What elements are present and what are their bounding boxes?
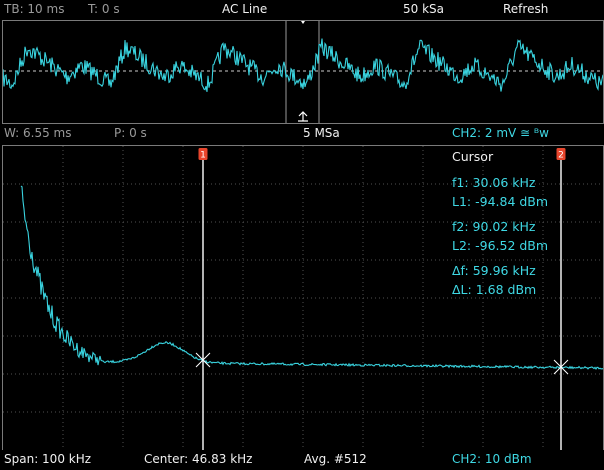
- acquisition-mode-label[interactable]: Refresh: [503, 2, 548, 16]
- cursor-title[interactable]: Cursor: [452, 149, 493, 164]
- trigger-marker-icon: [301, 21, 305, 24]
- zoom-position-label[interactable]: P: 0 s: [114, 126, 147, 140]
- cursor-l2: L2: -96.52 dBm: [452, 238, 549, 253]
- top-status-bar: TB: 10 ms T: 0 s AC Line 50 kSa Refresh: [0, 0, 604, 20]
- cursor-l1: L1: -94.84 dBm: [452, 194, 549, 209]
- time-domain-plot: [3, 21, 603, 123]
- averaging-label[interactable]: Avg. #512: [304, 452, 367, 466]
- sample-rate-label: 50 kSa: [403, 2, 445, 16]
- time-domain-panel[interactable]: [2, 20, 604, 124]
- cursor-f1: f1: 30.06 kHz: [452, 175, 536, 190]
- zoom-status-bar: W: 6.55 ms P: 0 s 5 MSa CH2: 2 mV ≅ ᴮᴡ: [0, 124, 604, 144]
- timebase-label[interactable]: TB: 10 ms: [4, 2, 64, 16]
- cursor-delta-f: Δf: 59.96 kHz: [452, 263, 536, 278]
- cursor-1-flag-label: 1: [200, 151, 206, 161]
- cursor-delta-l: ΔL: 1.68 dBm: [452, 282, 537, 297]
- zoom-window-label[interactable]: W: 6.55 ms: [4, 126, 72, 140]
- bottom-status-bar: Span: 100 kHz Center: 46.83 kHz Avg. #51…: [0, 450, 604, 470]
- trigger-source-label[interactable]: AC Line: [222, 2, 267, 16]
- channel-scale-label[interactable]: CH2: 10 dBm: [452, 452, 532, 466]
- center-label[interactable]: Center: 46.83 kHz: [144, 452, 252, 466]
- trigger-time-label[interactable]: T: 0 s: [88, 2, 120, 16]
- cursor-readout: Cursor f1: 30.06 kHz L1: -94.84 dBm f2: …: [452, 149, 592, 309]
- cursor-f2: f2: 90.02 kHz: [452, 219, 536, 234]
- span-label[interactable]: Span: 100 kHz: [4, 452, 91, 466]
- time-domain-trace: [3, 38, 603, 92]
- channel-settings-label[interactable]: CH2: 2 mV ≅ ᴮᴡ: [452, 126, 549, 140]
- fft-sample-rate-label: 5 MSa: [303, 126, 340, 140]
- zero-marker-icon: [298, 111, 308, 122]
